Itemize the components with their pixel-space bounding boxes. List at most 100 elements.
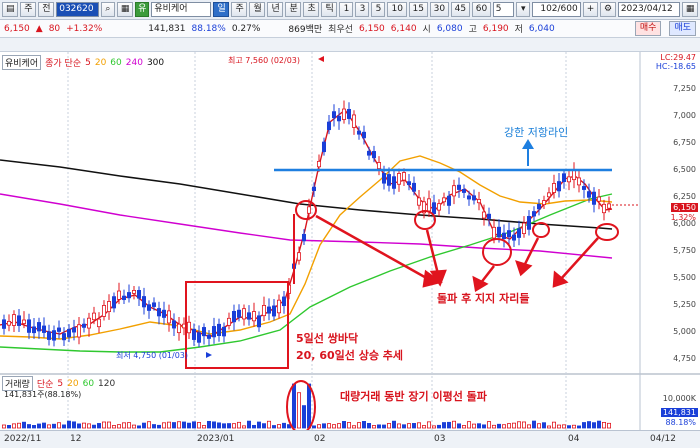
chart-type-icon[interactable]: ▦ bbox=[116, 2, 134, 17]
volume-bar bbox=[532, 420, 537, 429]
volume-bar bbox=[196, 422, 201, 429]
candle-body bbox=[416, 197, 421, 206]
interval-30-button[interactable]: 30 bbox=[429, 2, 449, 17]
candle-body bbox=[341, 108, 346, 120]
interval-60-button[interactable]: 60 bbox=[471, 2, 491, 17]
period-year-button[interactable]: 년 bbox=[267, 2, 284, 17]
menu-icon[interactable]: ▤ bbox=[2, 2, 19, 17]
candle-body bbox=[241, 308, 246, 320]
interval-45-button[interactable]: 45 bbox=[450, 2, 470, 17]
interval-10-button[interactable]: 10 bbox=[387, 2, 407, 17]
volume-bar bbox=[21, 421, 26, 429]
candle-body bbox=[151, 302, 156, 307]
candle-body bbox=[346, 108, 351, 119]
y-tick-4750: 4,750 bbox=[673, 354, 696, 363]
price-chart[interactable] bbox=[0, 52, 700, 430]
candle-body bbox=[481, 211, 486, 219]
candle-body bbox=[52, 330, 57, 341]
volume-bar bbox=[141, 422, 146, 429]
volume-bar bbox=[176, 421, 181, 429]
high-note: 최고 7,560 (02/03) bbox=[228, 56, 301, 65]
volume-bar bbox=[256, 421, 261, 429]
candle-body bbox=[92, 312, 97, 321]
candle-body bbox=[371, 151, 376, 159]
candle-body bbox=[411, 182, 416, 192]
volume-bar bbox=[436, 424, 441, 429]
interval-1-button[interactable]: 1 bbox=[339, 2, 354, 17]
candle-body bbox=[542, 200, 547, 206]
volume-bar bbox=[396, 423, 401, 429]
candle-body bbox=[391, 176, 396, 189]
candle-body bbox=[527, 216, 532, 230]
candle-body bbox=[266, 306, 271, 314]
volume-bar bbox=[391, 420, 396, 429]
candle-body bbox=[7, 320, 12, 326]
volume-bar bbox=[7, 425, 12, 429]
candle-body bbox=[246, 312, 251, 320]
toolbar-item-all[interactable]: 전 bbox=[38, 2, 55, 17]
candle-body bbox=[216, 323, 221, 337]
volume-ratio: 88.18% bbox=[191, 23, 226, 34]
candle-body bbox=[47, 331, 52, 340]
sell-button[interactable]: 매도 bbox=[669, 21, 696, 36]
volume-bar bbox=[476, 423, 481, 429]
hc-value: HC:-18.65 bbox=[655, 62, 696, 71]
interval-input[interactable]: 5 bbox=[492, 2, 515, 17]
volume-bar bbox=[87, 423, 92, 429]
volume-bar bbox=[226, 423, 231, 429]
vol-ma60-legend: 60 bbox=[82, 378, 95, 389]
candle-body bbox=[231, 310, 236, 323]
candle-body bbox=[351, 114, 356, 128]
period-week-button[interactable]: 주 bbox=[231, 2, 248, 17]
bar-count-field[interactable]: 102/600 bbox=[532, 2, 581, 17]
toolbar-item-week[interactable]: 주 bbox=[20, 2, 37, 17]
buy-button[interactable]: 매수 bbox=[634, 21, 662, 36]
candle-body bbox=[87, 317, 92, 329]
volume-bar bbox=[92, 424, 97, 429]
box-label-2: 20, 60일선 상승 추세 bbox=[296, 349, 404, 362]
period-minute-button[interactable]: 분 bbox=[285, 2, 302, 17]
y-tick-5750: 5,750 bbox=[673, 246, 696, 255]
ma60-legend: 60 bbox=[110, 57, 122, 68]
chevron-down-icon[interactable]: ▾ bbox=[516, 2, 531, 17]
candle-body bbox=[131, 290, 136, 294]
candle-body bbox=[281, 296, 286, 307]
interval-3-button[interactable]: 3 bbox=[355, 2, 370, 17]
volume-bar bbox=[146, 421, 151, 429]
stock-code-input[interactable]: 032620 bbox=[56, 2, 99, 17]
volume-bar bbox=[261, 423, 266, 429]
period-day-button[interactable]: 일 bbox=[213, 2, 230, 17]
stock-name-field[interactable]: 유비케어 bbox=[151, 2, 212, 17]
date-field[interactable]: 2023/04/12 bbox=[617, 2, 680, 17]
last-price-box: 6,150 bbox=[671, 203, 698, 212]
volume-bar bbox=[291, 383, 296, 429]
volume-bar bbox=[386, 423, 391, 429]
candle-body bbox=[112, 296, 117, 309]
candle-body bbox=[206, 334, 211, 339]
interval-15-button[interactable]: 15 bbox=[408, 2, 428, 17]
volume-bar bbox=[346, 422, 351, 429]
search-icon[interactable]: ⌕ bbox=[100, 2, 115, 17]
candle-body bbox=[431, 202, 436, 215]
interval-5-button[interactable]: 5 bbox=[371, 2, 386, 17]
zoom-in-icon[interactable]: + bbox=[582, 2, 599, 17]
period-month-button[interactable]: 월 bbox=[249, 2, 266, 17]
low-note: 최저 4,750 (01/03) bbox=[116, 351, 189, 360]
settings-icon[interactable]: ⚙ bbox=[600, 2, 616, 17]
volume-bar bbox=[351, 425, 356, 429]
volume-bar bbox=[131, 424, 136, 429]
volume-bar bbox=[416, 422, 421, 429]
period-tick-button[interactable]: 틱 bbox=[321, 2, 338, 17]
volume-bar bbox=[592, 422, 597, 429]
volume-bar bbox=[201, 425, 206, 429]
volume-bar bbox=[426, 421, 431, 429]
candle-body bbox=[436, 203, 441, 211]
x-label-dec: 12 bbox=[70, 434, 82, 444]
candle-body bbox=[26, 319, 31, 333]
period-second-button[interactable]: 초 bbox=[303, 2, 320, 17]
candle-body bbox=[466, 195, 471, 200]
volume-text: 141,831주(88.18%) bbox=[4, 390, 82, 399]
candle-body bbox=[386, 174, 391, 186]
calendar-icon[interactable]: ▦ bbox=[681, 2, 699, 17]
volume-bar bbox=[97, 423, 102, 429]
